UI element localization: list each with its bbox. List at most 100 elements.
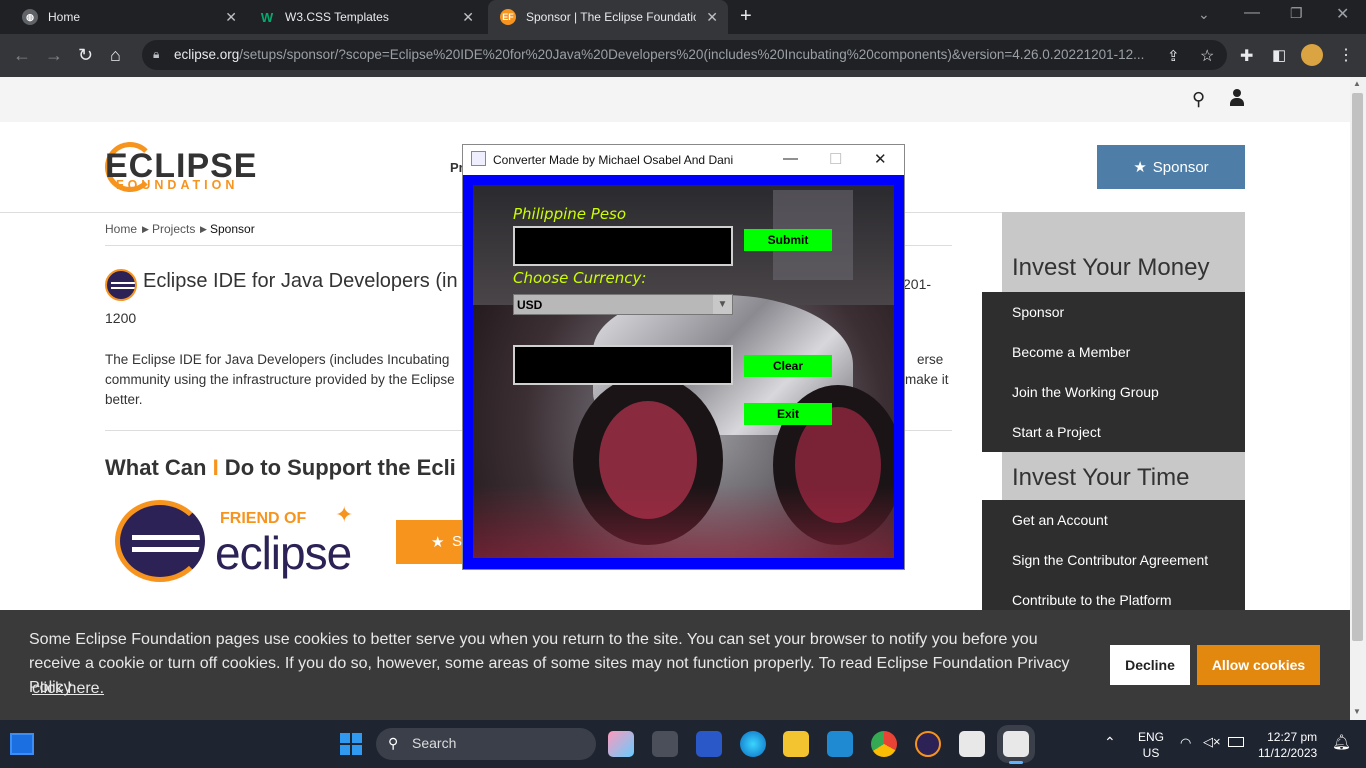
app-icon[interactable] xyxy=(696,731,722,757)
body-text: community using the infrastructure provi… xyxy=(105,372,455,387)
breadcrumb-current: Sponsor xyxy=(210,222,255,236)
extensions-icon[interactable]: ✚ xyxy=(1240,46,1253,66)
converter-title: Converter Made by Michael Osabel And Dan… xyxy=(493,153,734,167)
close-icon[interactable]: ✕ xyxy=(874,150,887,168)
support-button[interactable]: ★ S xyxy=(396,520,466,564)
breadcrumb-projects[interactable]: Projects xyxy=(152,222,195,236)
edge-icon[interactable] xyxy=(740,731,766,757)
sidebar-item-member[interactable]: Become a Member xyxy=(1012,344,1130,360)
peso-label: Philippine Peso xyxy=(513,205,627,223)
ef-icon: EF xyxy=(500,9,516,25)
sponsor-button[interactable]: ★ Sponsor xyxy=(1097,145,1245,189)
notification-icon[interactable]: 🔔︎ xyxy=(1332,733,1351,751)
scroll-up-icon[interactable]: ▲ xyxy=(1353,79,1361,88)
tab-sponsor[interactable]: EF Sponsor | The Eclipse Foundation ✕ xyxy=(488,0,728,34)
currency-label: Choose Currency: xyxy=(513,269,647,287)
home-icon[interactable]: ⌂ xyxy=(110,45,121,66)
allow-cookies-button[interactable]: Allow cookies xyxy=(1197,645,1320,685)
user-icon[interactable] xyxy=(1230,89,1244,107)
vscode-icon[interactable] xyxy=(827,731,853,757)
sidebar-heading-time: Invest Your Time xyxy=(1002,452,1245,500)
cookie-text: Some Eclipse Foundation pages use cookie… xyxy=(29,631,1070,696)
active-indicator xyxy=(1009,761,1023,764)
java-icon xyxy=(471,151,486,166)
widgets-icon[interactable] xyxy=(10,733,34,755)
clear-button[interactable]: Clear xyxy=(744,355,832,377)
minimize-icon[interactable]: — xyxy=(783,150,798,167)
chevron-down-icon[interactable]: ▼ xyxy=(713,295,732,314)
sidebar-item-account[interactable]: Get an Account xyxy=(1012,512,1108,528)
support-button-label: S xyxy=(452,533,463,550)
decline-cookies-button[interactable]: Decline xyxy=(1110,645,1190,685)
support-heading: What Can I Do to Support the Ecli xyxy=(105,455,456,480)
tray-chevron-icon[interactable]: ⌃ xyxy=(1104,734,1116,751)
star-icon[interactable]: ☆ xyxy=(1200,46,1214,66)
tab-w3css[interactable]: W W3.CSS Templates ✕ xyxy=(249,0,484,34)
share-icon[interactable]: ⇪ xyxy=(1167,47,1180,65)
tab-home[interactable]: ◍ Home ✕ xyxy=(12,0,247,34)
taskbar-search[interactable]: Search xyxy=(376,728,596,760)
star-icon: ★ xyxy=(1133,159,1147,176)
utility-bar: ⚲ xyxy=(0,77,1350,122)
sidebar-item-platform[interactable]: Contribute to the Platform xyxy=(1012,592,1172,608)
currency-select[interactable]: USD ▼ xyxy=(513,294,733,315)
window-close-icon[interactable]: ✕ xyxy=(1336,4,1349,24)
sidebar-item-contributor[interactable]: Sign the Contributor Agreement xyxy=(1012,552,1208,568)
exit-button[interactable]: Exit xyxy=(744,403,832,425)
start-icon[interactable] xyxy=(340,733,362,755)
page-title-tail: 201- xyxy=(903,276,932,292)
java-icon[interactable] xyxy=(959,731,985,757)
chrome-icon[interactable] xyxy=(871,731,897,757)
clock-time: 12:27 pm xyxy=(1267,730,1318,744)
avatar[interactable] xyxy=(1301,44,1323,66)
scrollbar-thumb[interactable] xyxy=(1352,93,1363,641)
friend-eclipse-text: eclipse xyxy=(215,527,352,579)
forward-icon[interactable]: → xyxy=(45,45,63,66)
result-output[interactable] xyxy=(513,345,733,385)
sidebar-item-sponsor[interactable]: Sponsor xyxy=(1012,304,1064,320)
close-icon[interactable]: ✕ xyxy=(706,9,718,26)
new-tab-icon[interactable]: + xyxy=(740,5,752,28)
body-text: erse xyxy=(917,352,944,367)
lock-icon[interactable]: 🔒︎ xyxy=(153,47,159,62)
page-title-line2: 1200 xyxy=(105,310,137,326)
chevron-down-icon[interactable]: ⌄ xyxy=(1198,6,1210,23)
cookie-privacy-link[interactable]: click here. xyxy=(32,680,104,698)
java-app-active-icon[interactable] xyxy=(1003,731,1029,757)
minimize-icon[interactable]: — xyxy=(1244,4,1260,22)
submit-button[interactable]: Submit xyxy=(744,229,832,251)
search-icon[interactable]: ⚲ xyxy=(1192,89,1205,110)
eclipse-icon[interactable] xyxy=(915,731,941,757)
sidebar-heading-money: Invest Your Money xyxy=(1002,212,1245,292)
clock[interactable]: 12:27 pm 11/12/2023 xyxy=(1258,729,1317,761)
caret-right-icon: ▶ xyxy=(200,224,207,234)
maximize-icon[interactable]: ☐ xyxy=(829,150,842,168)
task-view-icon[interactable] xyxy=(652,731,678,757)
file-explorer-icon[interactable] xyxy=(783,731,809,757)
language-indicator[interactable]: ENG US xyxy=(1138,729,1164,761)
url-path: /setups/sponsor/?scope=Eclipse%20IDE%20f… xyxy=(239,47,1145,62)
sidebar-item-start-project[interactable]: Start a Project xyxy=(1012,424,1101,440)
menu-icon[interactable]: ⋮ xyxy=(1338,45,1354,65)
back-icon[interactable]: ← xyxy=(13,45,31,66)
wifi-icon[interactable]: ◠ xyxy=(1180,735,1191,751)
sidebar-item-working-group[interactable]: Join the Working Group xyxy=(1012,384,1159,400)
reload-icon[interactable]: ↻ xyxy=(78,45,93,66)
volume-icon[interactable]: ◁× xyxy=(1203,734,1221,750)
currency-selected: USD xyxy=(517,298,543,312)
close-icon[interactable]: ✕ xyxy=(225,9,237,26)
breadcrumb-home[interactable]: Home xyxy=(105,222,137,236)
friend-of-eclipse-logo[interactable]: FRIEND OF ✦ eclipse xyxy=(115,500,375,585)
search-icon: ⚲ xyxy=(388,735,399,751)
restore-icon[interactable]: ❐ xyxy=(1290,5,1303,22)
peso-input[interactable] xyxy=(513,226,733,266)
scroll-down-icon[interactable]: ▼ xyxy=(1353,707,1361,716)
url-text[interactable]: eclipse.org/setups/sponsor/?scope=Eclips… xyxy=(174,47,1159,62)
sidepanel-icon[interactable]: ◧ xyxy=(1272,46,1286,64)
eclipse-icon xyxy=(105,269,137,301)
sponsor-button-label: Sponsor xyxy=(1152,158,1209,176)
close-icon[interactable]: ✕ xyxy=(462,9,474,26)
copilot-icon[interactable] xyxy=(608,731,634,757)
w3-icon: W xyxy=(260,9,274,25)
battery-icon[interactable] xyxy=(1228,737,1244,747)
